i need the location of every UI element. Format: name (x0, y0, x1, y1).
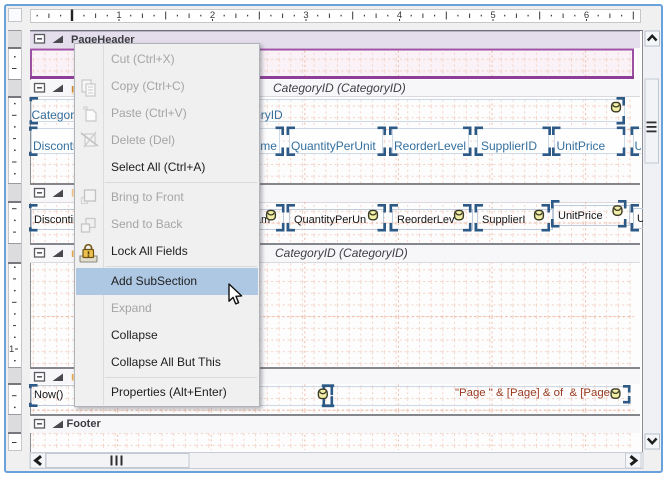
svg-text:1: 1 (9, 344, 14, 355)
